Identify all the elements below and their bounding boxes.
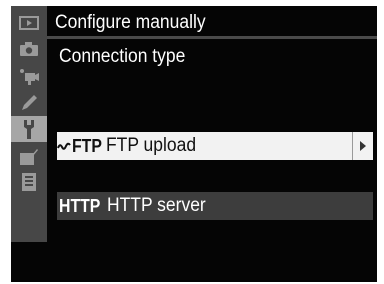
wave-icon: [57, 140, 71, 152]
camera-icon: [20, 42, 38, 56]
tab-my-menu[interactable]: [15, 169, 43, 195]
option-ftp-upload[interactable]: FTP FTP upload: [57, 132, 373, 160]
my-menu-icon: [22, 173, 36, 191]
submenu-arrow-icon[interactable]: [352, 132, 373, 160]
tab-playback[interactable]: [15, 10, 43, 36]
menu-subtitle: Connection type: [59, 46, 186, 67]
playback-icon: [19, 16, 39, 30]
option-code: HTTP: [59, 195, 101, 216]
option-http-server[interactable]: HTTP HTTP server: [57, 192, 373, 220]
tab-custom-settings[interactable]: [15, 90, 43, 116]
title-divider: [47, 36, 377, 39]
option-label: FTP upload: [106, 135, 197, 156]
tab-photo-shooting[interactable]: [15, 36, 43, 62]
camera-menu-screen: Configure manually Connection type FTP F…: [11, 6, 377, 282]
pencil-icon: [22, 95, 37, 110]
wrench-icon: [24, 120, 34, 139]
option-code: FTP: [72, 135, 102, 156]
tab-movie-shooting[interactable]: [15, 63, 43, 89]
tab-retouch[interactable]: [15, 144, 43, 170]
menu-title: Configure manually: [55, 12, 206, 33]
retouch-icon: [20, 149, 38, 165]
menu-tab-bar: [11, 6, 47, 242]
tab-setup[interactable]: [11, 116, 47, 142]
movie-icon: [20, 69, 39, 85]
option-label: HTTP server: [107, 195, 206, 216]
